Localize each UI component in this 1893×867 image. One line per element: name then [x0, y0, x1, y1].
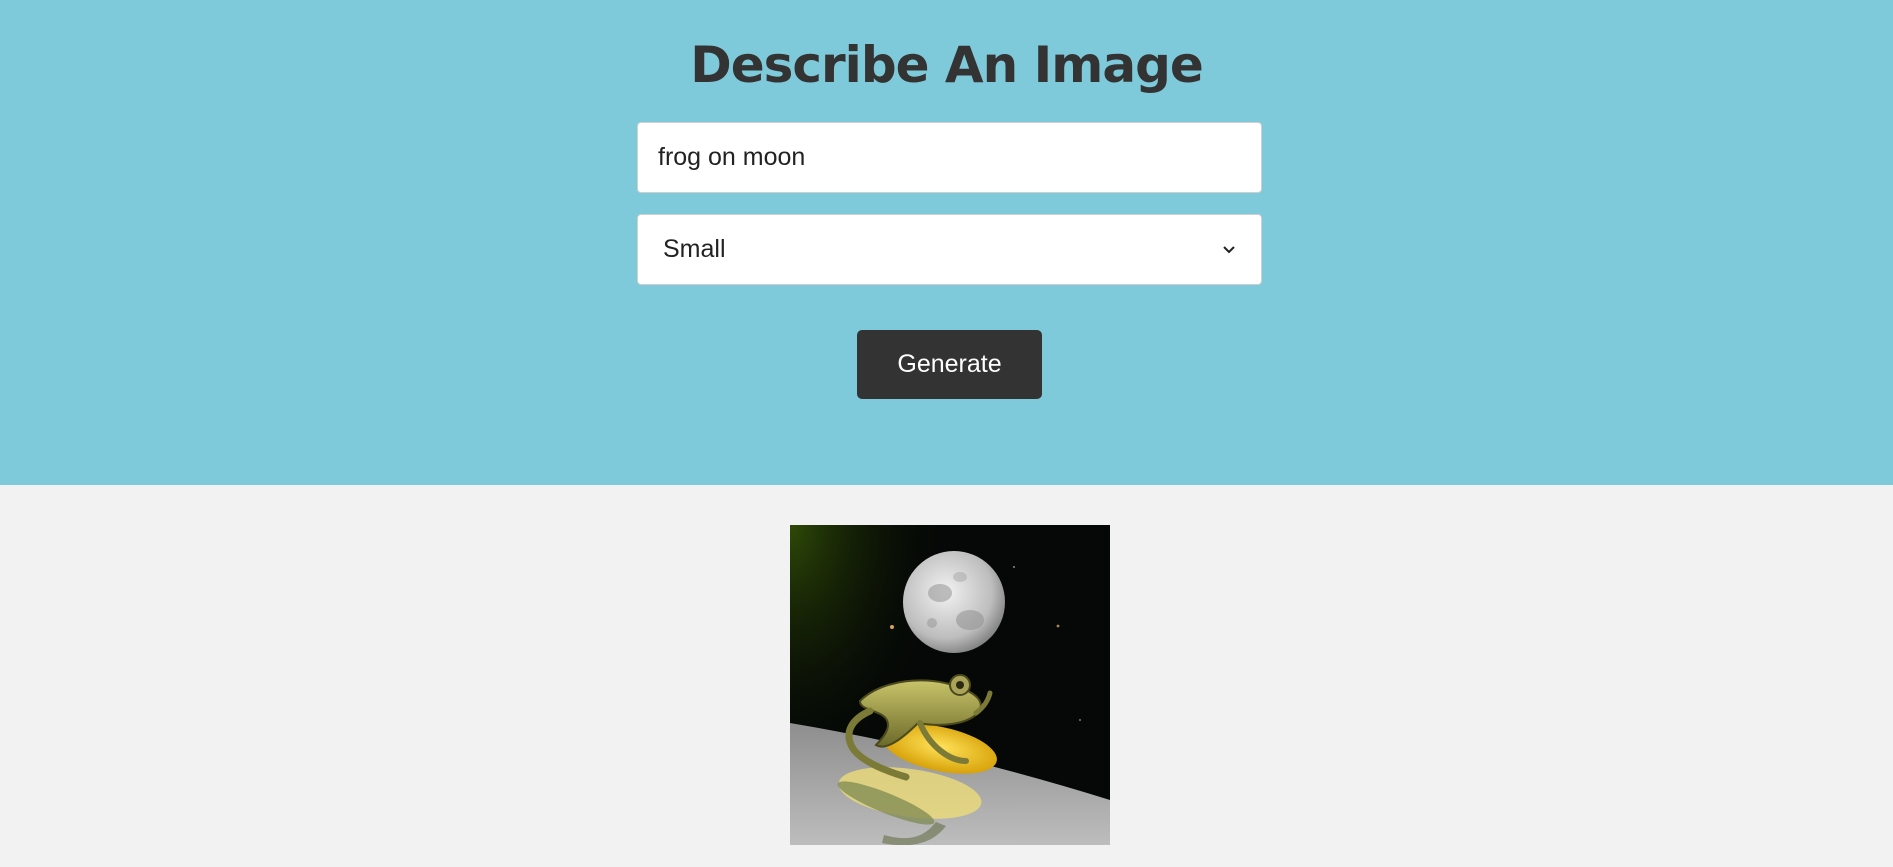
- generate-button[interactable]: Generate: [857, 330, 1042, 399]
- size-select[interactable]: Small: [637, 214, 1262, 285]
- prompt-input[interactable]: [637, 122, 1262, 193]
- generated-image: [790, 525, 1110, 845]
- hero-section: Describe An Image Small Generate: [0, 0, 1893, 485]
- chevron-down-icon: [1222, 243, 1236, 257]
- page-title: Describe An Image: [690, 36, 1204, 94]
- size-select-value: Small: [663, 235, 726, 263]
